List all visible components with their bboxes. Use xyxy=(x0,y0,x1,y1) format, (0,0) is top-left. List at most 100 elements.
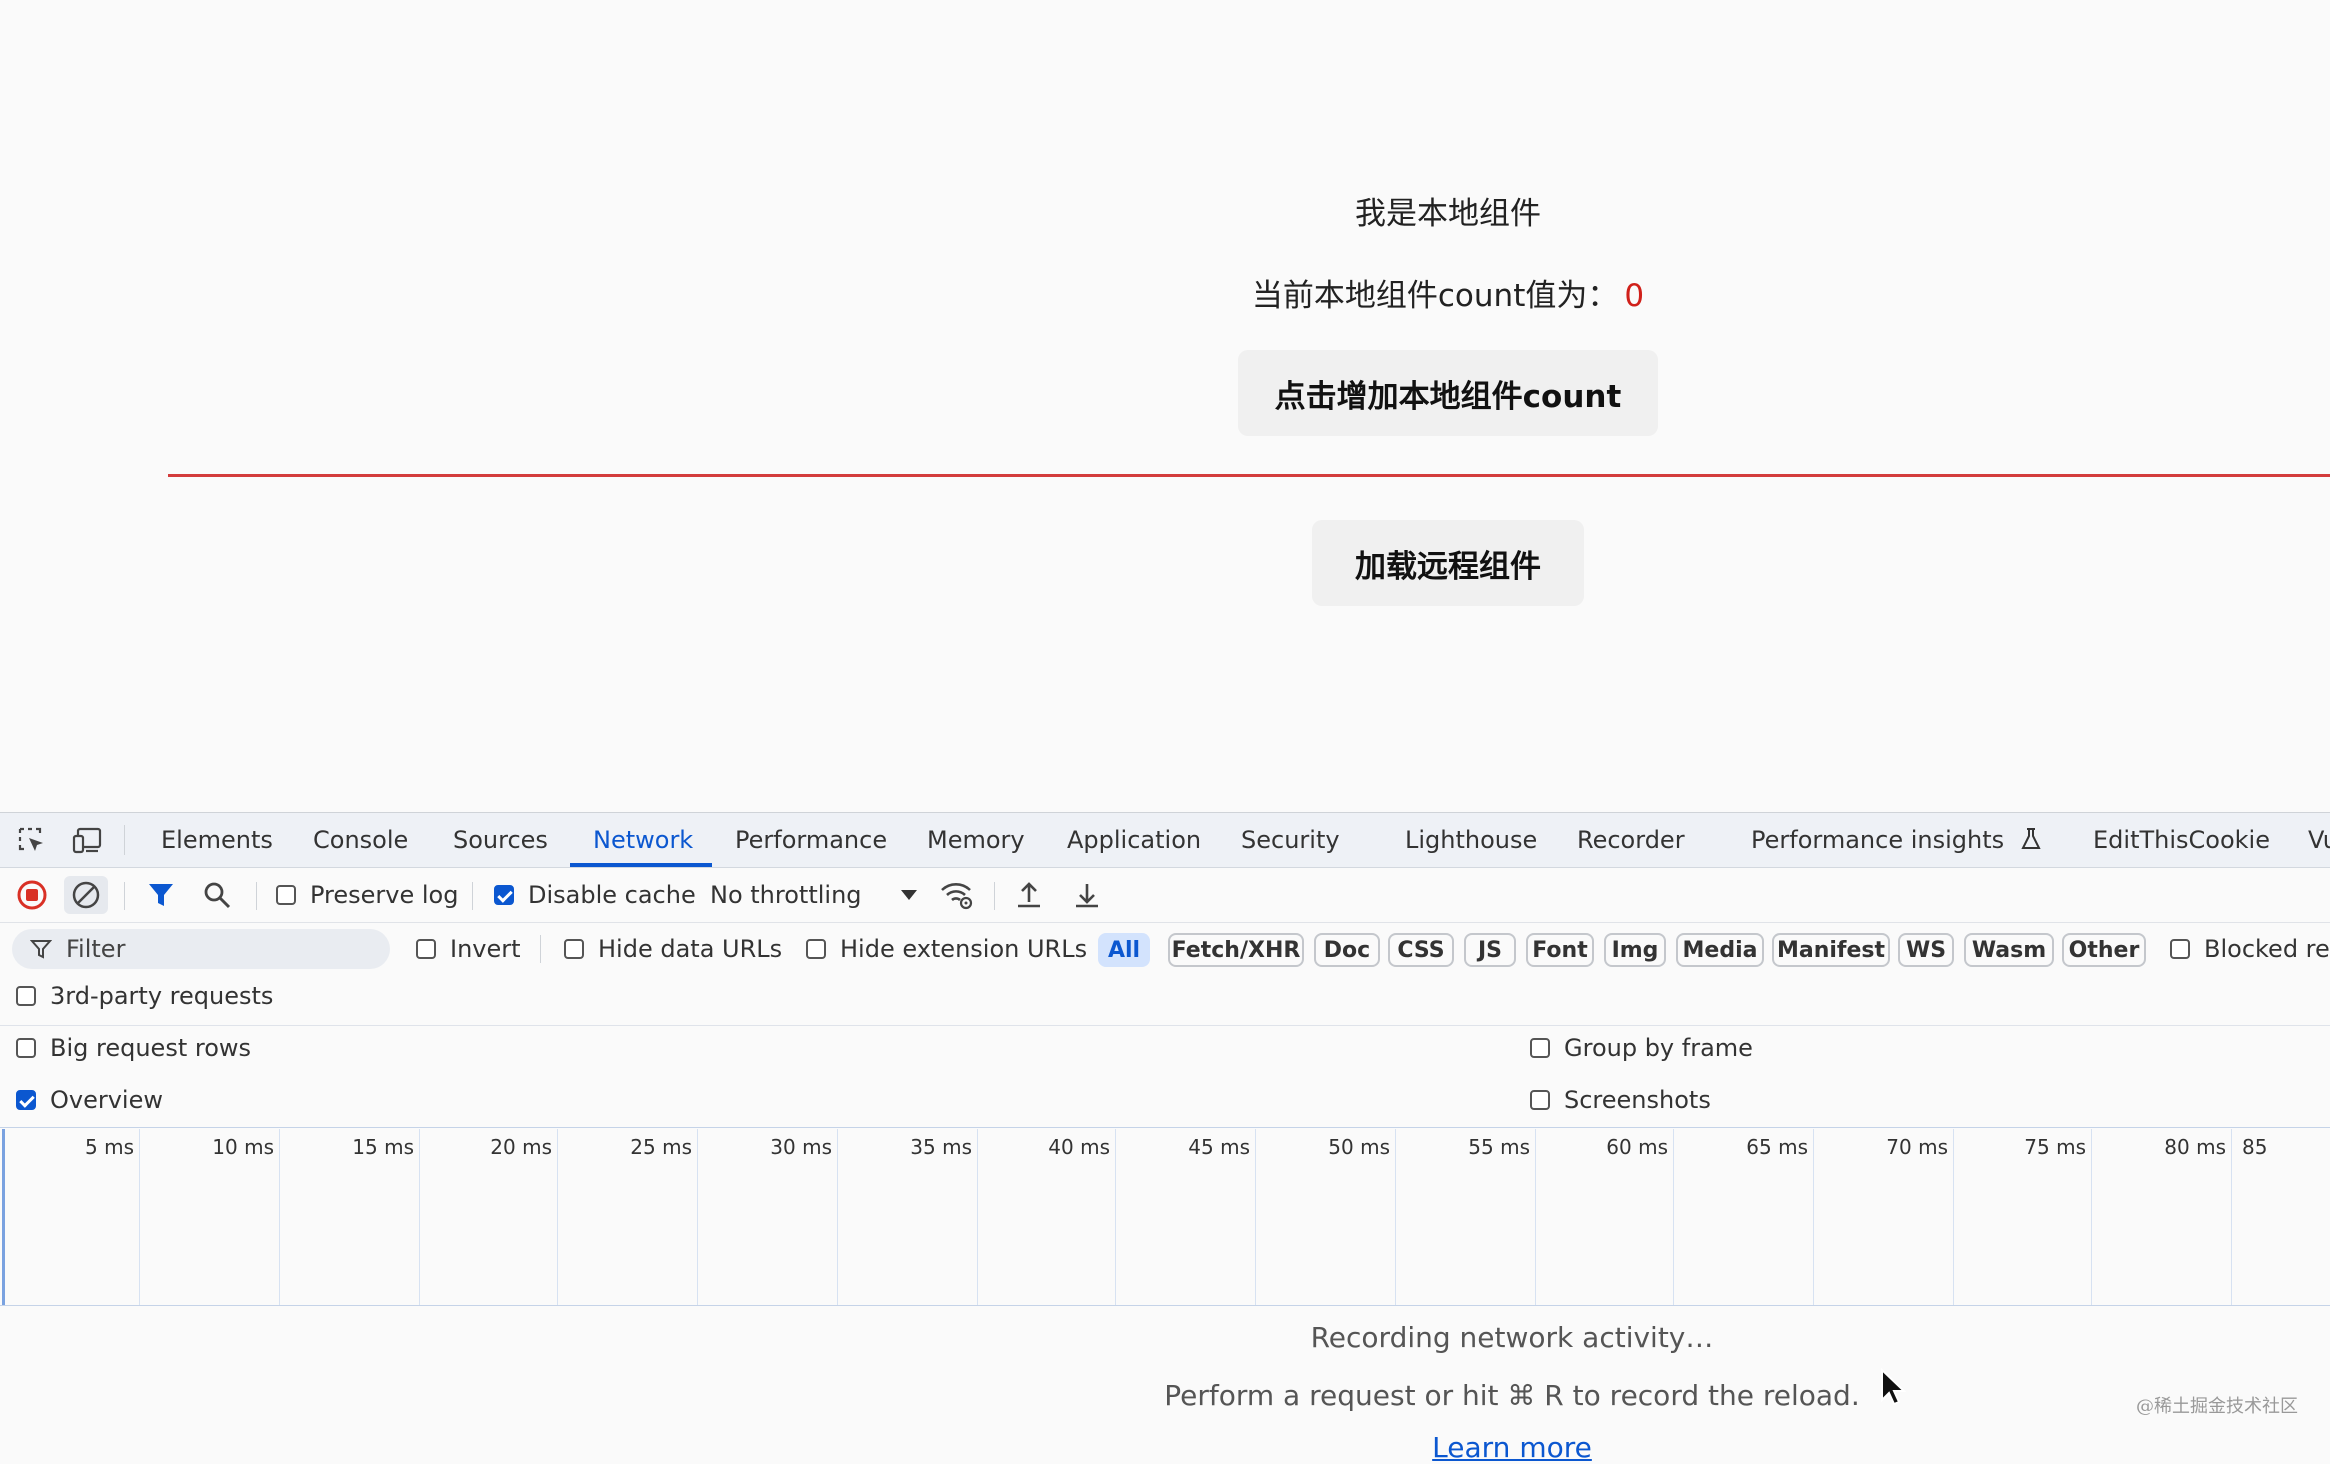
invert-label: Invert xyxy=(450,935,521,963)
type-chip-css[interactable]: CSS xyxy=(1388,933,1454,967)
tick-label: 55 ms xyxy=(1468,1135,1530,1159)
search-icon[interactable] xyxy=(202,868,232,922)
big-request-rows-box[interactable] xyxy=(16,1038,36,1058)
tab-network[interactable]: Network xyxy=(593,813,693,867)
third-party-box[interactable] xyxy=(16,986,36,1006)
tab-vue[interactable]: Vu xyxy=(2308,813,2330,867)
type-chip-doc[interactable]: Doc xyxy=(1314,933,1380,967)
type-chip-ws[interactable]: WS xyxy=(1898,933,1954,967)
count-value: 0 xyxy=(1624,278,1645,314)
hide-data-urls-checkbox[interactable]: Hide data URLs xyxy=(564,923,782,975)
type-chip-img[interactable]: Img xyxy=(1604,933,1666,967)
inspect-element-icon[interactable] xyxy=(16,825,48,857)
filter-icon[interactable] xyxy=(146,868,176,922)
invert-checkbox[interactable]: Invert xyxy=(416,923,521,975)
overview-label: Overview xyxy=(50,1086,163,1114)
filter-bar: Filter Invert Hide data URLs Hide extens… xyxy=(0,923,2330,975)
tab-memory[interactable]: Memory xyxy=(927,813,1025,867)
tab-performance-insights[interactable]: Performance insights xyxy=(1751,813,2042,867)
reload-hint: Perform a request or hit ⌘ R to record t… xyxy=(1164,1379,1860,1412)
tab-elements[interactable]: Elements xyxy=(161,813,273,867)
device-toolbar-icon[interactable] xyxy=(72,825,104,857)
third-party-checkbox[interactable]: 3rd-party requests xyxy=(16,979,273,1013)
preserve-log-checkbox[interactable]: Preserve log xyxy=(276,868,458,922)
hide-data-urls-box[interactable] xyxy=(564,939,584,959)
group-by-frame-label: Group by frame xyxy=(1564,1034,1753,1062)
type-chip-media[interactable]: Media xyxy=(1676,933,1764,967)
import-har-icon[interactable] xyxy=(1014,868,1044,922)
overview-box[interactable] xyxy=(16,1090,36,1110)
tab-recorder[interactable]: Recorder xyxy=(1577,813,1685,867)
tick-label: 60 ms xyxy=(1606,1135,1668,1159)
group-by-frame-checkbox[interactable]: Group by frame xyxy=(1530,1031,1753,1065)
tick-line xyxy=(1255,1129,1256,1305)
export-har-icon[interactable] xyxy=(1072,868,1102,922)
tick-label: 30 ms xyxy=(770,1135,832,1159)
app-page: 我是本地组件 当前本地组件count值为： 0 点击增加本地组件count 加载远… xyxy=(0,0,2330,812)
tab-sources[interactable]: Sources xyxy=(453,813,548,867)
tick-line xyxy=(2091,1129,2092,1305)
tick-label: 15 ms xyxy=(352,1135,414,1159)
clear-icon[interactable] xyxy=(64,876,108,914)
load-remote-component-button[interactable]: 加载远程组件 xyxy=(1312,520,1584,606)
throttling-value: No throttling xyxy=(710,881,862,909)
tick-line xyxy=(557,1129,558,1305)
filter-placeholder: Filter xyxy=(66,935,126,963)
disable-cache-box[interactable] xyxy=(494,885,514,905)
active-tab-indicator xyxy=(570,863,712,867)
hide-extension-urls-box[interactable] xyxy=(806,939,826,959)
type-chip-fetch-xhr[interactable]: Fetch/XHR xyxy=(1168,933,1304,967)
tick-line xyxy=(1953,1129,1954,1305)
local-component-title: 我是本地组件 xyxy=(1355,196,1541,232)
tab-application[interactable]: Application xyxy=(1067,813,1201,867)
divider xyxy=(0,1025,2330,1026)
tick-label: 10 ms xyxy=(212,1135,274,1159)
separator xyxy=(124,825,125,855)
devtools-panel: Elements Console Sources Network Perform… xyxy=(0,812,2330,1464)
tab-editthiscookie[interactable]: EditThisCookie xyxy=(2093,813,2270,867)
type-chip-other[interactable]: Other xyxy=(2062,933,2146,967)
learn-more-link[interactable]: Learn more xyxy=(0,1431,2330,1464)
separator xyxy=(256,882,257,910)
type-chip-js[interactable]: JS xyxy=(1464,933,1516,967)
hide-data-urls-label: Hide data URLs xyxy=(598,935,783,963)
hide-extension-urls-checkbox[interactable]: Hide extension URLs xyxy=(806,923,1087,975)
tab-lighthouse[interactable]: Lighthouse xyxy=(1405,813,1537,867)
tick-line xyxy=(1395,1129,1396,1305)
count-label: 当前本地组件count值为： xyxy=(1251,278,1619,314)
overview-checkbox[interactable]: Overview xyxy=(16,1083,163,1117)
tab-performance[interactable]: Performance xyxy=(735,813,887,867)
type-chip-all[interactable]: All xyxy=(1098,933,1150,967)
overview-timeline[interactable]: 5 ms 10 ms 15 ms 20 ms 25 ms 30 ms 35 ms… xyxy=(0,1129,2330,1306)
type-chip-wasm[interactable]: Wasm xyxy=(1964,933,2054,967)
big-request-rows-checkbox[interactable]: Big request rows xyxy=(16,1031,251,1065)
disable-cache-checkbox[interactable]: Disable cache xyxy=(494,868,696,922)
flask-icon xyxy=(2021,828,2041,849)
mouse-cursor-icon xyxy=(1880,1367,1907,1410)
throttling-select[interactable]: No throttling xyxy=(710,868,918,922)
devtools-tabbar: Elements Console Sources Network Perform… xyxy=(0,813,2330,868)
record-stop-icon[interactable] xyxy=(16,868,48,922)
invert-box[interactable] xyxy=(416,939,436,959)
tick-label: 25 ms xyxy=(630,1135,692,1159)
blocked-requests-box[interactable] xyxy=(2170,939,2190,959)
screenshots-checkbox[interactable]: Screenshots xyxy=(1530,1083,1711,1117)
type-chip-font[interactable]: Font xyxy=(1526,933,1594,967)
tab-console[interactable]: Console xyxy=(313,813,408,867)
filter-input[interactable]: Filter xyxy=(12,929,390,969)
filter-funnel-icon xyxy=(30,940,52,959)
increment-count-button[interactable]: 点击增加本地组件count xyxy=(1238,350,1658,436)
count-line: 当前本地组件count值为： 0 xyxy=(0,270,2330,315)
tab-security[interactable]: Security xyxy=(1241,813,1340,867)
network-conditions-icon[interactable] xyxy=(940,868,974,922)
blocked-requests-checkbox[interactable]: Blocked res xyxy=(2170,923,2330,975)
big-request-rows-label: Big request rows xyxy=(50,1034,252,1062)
preserve-log-box[interactable] xyxy=(276,885,296,905)
tick-label: 65 ms xyxy=(1746,1135,1808,1159)
type-chip-manifest[interactable]: Manifest xyxy=(1772,933,1890,967)
tick-line xyxy=(977,1129,978,1305)
group-by-frame-box[interactable] xyxy=(1530,1038,1550,1058)
screenshots-box[interactable] xyxy=(1530,1090,1550,1110)
screenshots-label: Screenshots xyxy=(1564,1086,1711,1114)
tick-line xyxy=(697,1129,698,1305)
